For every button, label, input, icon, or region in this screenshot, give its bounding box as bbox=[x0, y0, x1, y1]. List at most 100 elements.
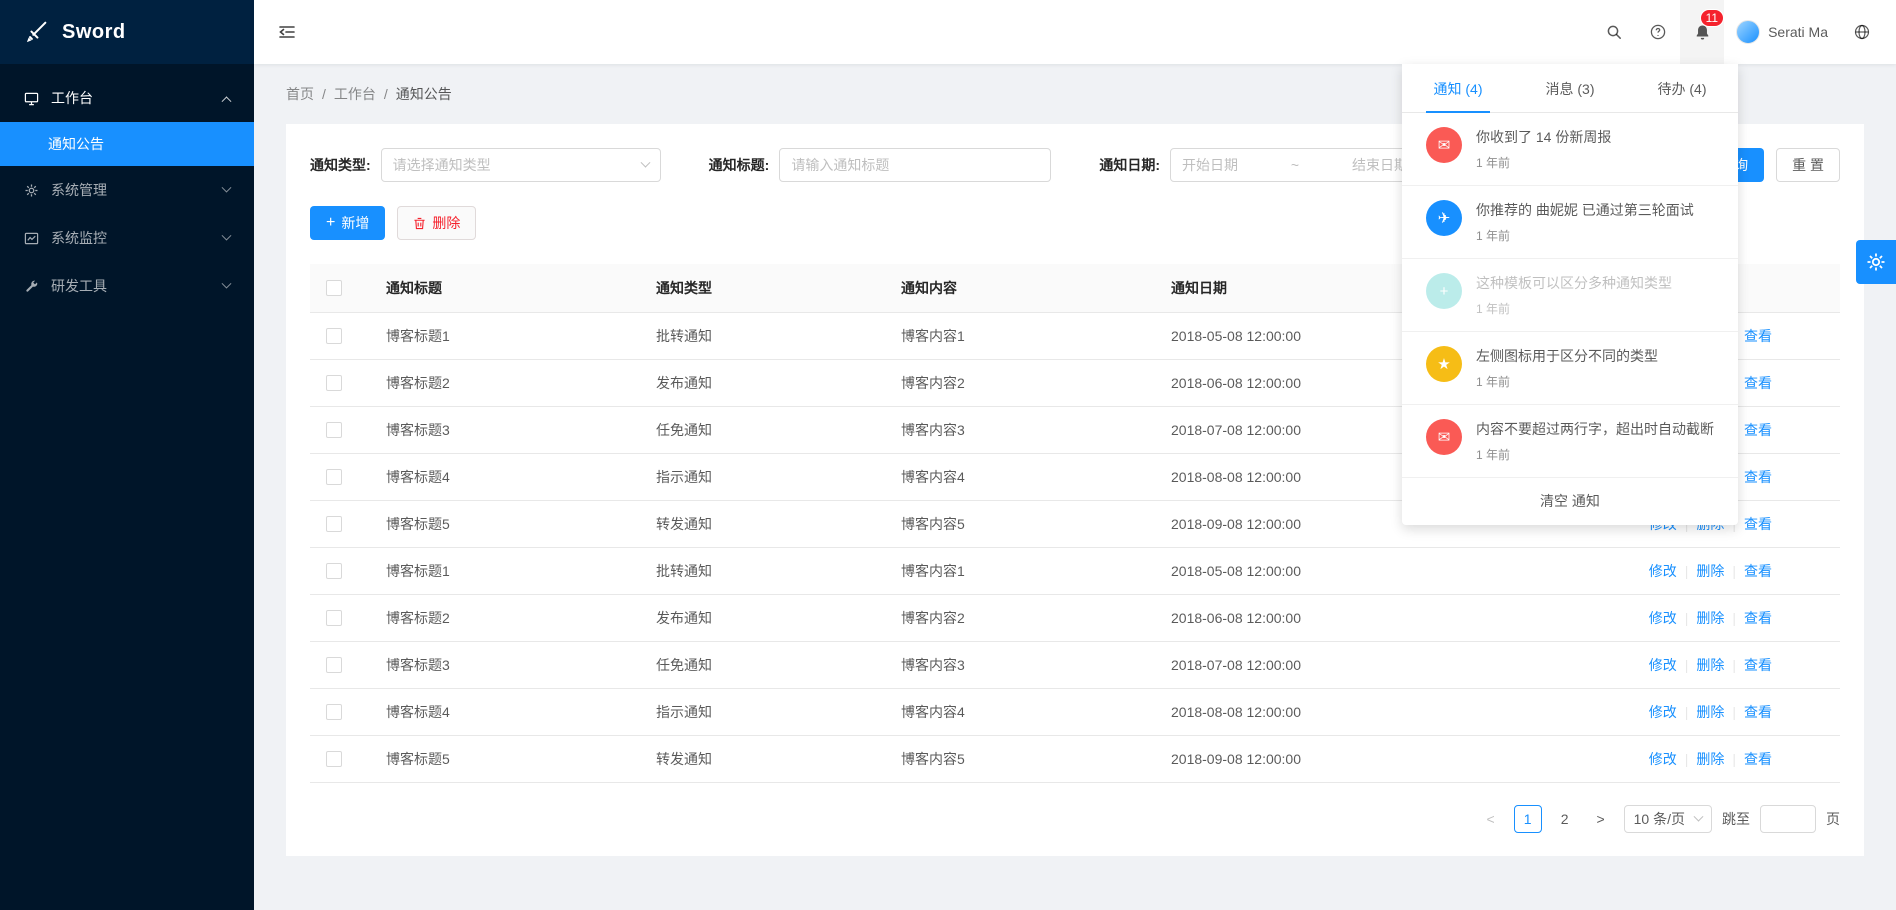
view-link[interactable]: 查看 bbox=[1744, 422, 1772, 438]
action-separator: | bbox=[1685, 704, 1689, 720]
row-checkbox[interactable] bbox=[326, 516, 342, 532]
start-date-placeholder: 开始日期 bbox=[1182, 155, 1238, 175]
cell-date: 2018-07-08 12:00:00 bbox=[1155, 642, 1485, 689]
cell-date: 2018-09-08 12:00:00 bbox=[1155, 736, 1485, 783]
cell-content: 博客内容3 bbox=[885, 642, 1155, 689]
chevron-down-icon bbox=[640, 157, 650, 167]
cell-type: 发布通知 bbox=[640, 595, 885, 642]
row-checkbox[interactable] bbox=[326, 422, 342, 438]
delete-link[interactable]: 删除 bbox=[1696, 751, 1724, 767]
view-link[interactable]: 查看 bbox=[1744, 469, 1772, 485]
page-size-value: 10 条/页 bbox=[1634, 809, 1685, 829]
breadcrumb-home[interactable]: 首页 bbox=[286, 86, 314, 102]
help-icon[interactable] bbox=[1636, 0, 1680, 64]
row-checkbox[interactable] bbox=[326, 563, 342, 579]
search-icon[interactable] bbox=[1592, 0, 1636, 64]
cell-date: 2018-08-08 12:00:00 bbox=[1155, 689, 1485, 736]
notification-tab[interactable]: 通知 (4) bbox=[1402, 64, 1514, 112]
cell-type: 指示通知 bbox=[640, 454, 885, 501]
view-link[interactable]: 查看 bbox=[1744, 328, 1772, 344]
add-button[interactable]: + 新增 bbox=[310, 206, 385, 240]
sidebar-item-dev-tools[interactable]: 研发工具 bbox=[0, 262, 254, 310]
cell-content: 博客内容4 bbox=[885, 454, 1155, 501]
next-page-button[interactable]: > bbox=[1588, 805, 1614, 833]
view-link[interactable]: 查看 bbox=[1744, 610, 1772, 626]
notice-date-label: 通知日期: bbox=[1099, 155, 1160, 175]
notification-time: 1 年前 bbox=[1476, 300, 1672, 317]
app-title: Sword bbox=[62, 21, 126, 44]
user-menu[interactable]: Serati Ma bbox=[1724, 0, 1840, 64]
sidebar-item-workbench[interactable]: 工作台 bbox=[0, 74, 254, 122]
breadcrumb-workbench[interactable]: 工作台 bbox=[334, 86, 376, 102]
notice-type-select[interactable]: 请选择通知类型 bbox=[381, 148, 661, 182]
table-row: 博客标题2 发布通知 博客内容2 2018-06-08 12:00:00 修改|… bbox=[310, 595, 1840, 642]
row-checkbox[interactable] bbox=[326, 751, 342, 767]
notice-title-input[interactable] bbox=[791, 157, 1039, 173]
sidebar-item-notice[interactable]: 通知公告 bbox=[0, 122, 254, 166]
notification-tab[interactable]: 待办 (4) bbox=[1626, 64, 1738, 112]
notification-tab[interactable]: 消息 (3) bbox=[1514, 64, 1626, 112]
cell-content: 博客内容1 bbox=[885, 313, 1155, 360]
edit-link[interactable]: 修改 bbox=[1649, 657, 1677, 673]
cell-actions: 修改|删除|查看 bbox=[1485, 595, 1840, 642]
notification-item[interactable]: ✈ 你推荐的 曲妮妮 已通过第三轮面试 1 年前 bbox=[1402, 186, 1738, 259]
notification-item[interactable]: ✉ 你收到了 14 份新周报 1 年前 bbox=[1402, 113, 1738, 186]
page-size-select[interactable]: 10 条/页 bbox=[1624, 805, 1712, 833]
cell-actions: 修改|删除|查看 bbox=[1485, 736, 1840, 783]
notification-avatar-icon: ★ bbox=[1426, 346, 1462, 382]
sidebar-subitem-label: 通知公告 bbox=[48, 134, 104, 154]
bell-icon[interactable]: 11 bbox=[1680, 0, 1724, 64]
cell-title: 博客标题3 bbox=[370, 407, 640, 454]
chevron-up-icon bbox=[222, 96, 232, 106]
edit-link[interactable]: 修改 bbox=[1649, 704, 1677, 720]
menu-fold-icon[interactable] bbox=[278, 23, 296, 41]
delete-link[interactable]: 删除 bbox=[1696, 704, 1724, 720]
row-checkbox[interactable] bbox=[326, 328, 342, 344]
cell-date: 2018-05-08 12:00:00 bbox=[1155, 548, 1485, 595]
notification-item[interactable]: ✉ 内容不要超过两行字，超出时自动截断 1 年前 bbox=[1402, 405, 1738, 478]
page-1-button[interactable]: 1 bbox=[1514, 805, 1542, 833]
row-checkbox[interactable] bbox=[326, 375, 342, 391]
delete-link[interactable]: 删除 bbox=[1696, 563, 1724, 579]
avatar-glyph: ✉ bbox=[1438, 428, 1451, 446]
view-link[interactable]: 查看 bbox=[1744, 704, 1772, 720]
reset-button[interactable]: 重 置 bbox=[1776, 148, 1840, 182]
notification-item[interactable]: ★ 左侧图标用于区分不同的类型 1 年前 bbox=[1402, 332, 1738, 405]
row-checkbox[interactable] bbox=[326, 469, 342, 485]
row-checkbox[interactable] bbox=[326, 704, 342, 720]
delete-link[interactable]: 删除 bbox=[1696, 657, 1724, 673]
view-link[interactable]: 查看 bbox=[1744, 751, 1772, 767]
add-button-label: 新增 bbox=[341, 213, 369, 233]
tool-icon bbox=[24, 279, 39, 294]
sidebar-item-system-monitor[interactable]: 系统监控 bbox=[0, 214, 254, 262]
edit-link[interactable]: 修改 bbox=[1649, 610, 1677, 626]
settings-gear-button[interactable] bbox=[1856, 240, 1896, 284]
edit-link[interactable]: 修改 bbox=[1649, 751, 1677, 767]
globe-icon[interactable] bbox=[1840, 0, 1884, 64]
view-link[interactable]: 查看 bbox=[1744, 657, 1772, 673]
sidebar-item-system-mgmt[interactable]: 系统管理 bbox=[0, 166, 254, 214]
jump-page-input[interactable] bbox=[1760, 805, 1816, 833]
action-separator: | bbox=[1732, 610, 1736, 626]
row-checkbox[interactable] bbox=[326, 657, 342, 673]
column-type: 通知类型 bbox=[640, 264, 885, 313]
cell-content: 博客内容2 bbox=[885, 595, 1155, 642]
view-link[interactable]: 查看 bbox=[1744, 516, 1772, 532]
cell-actions: 修改|删除|查看 bbox=[1485, 689, 1840, 736]
clear-notifications-button[interactable]: 清空 通知 bbox=[1402, 478, 1738, 525]
edit-link[interactable]: 修改 bbox=[1649, 563, 1677, 579]
row-checkbox[interactable] bbox=[326, 610, 342, 626]
gear-icon bbox=[1866, 252, 1886, 272]
delete-button[interactable]: 删除 bbox=[397, 206, 476, 240]
view-link[interactable]: 查看 bbox=[1744, 375, 1772, 391]
page-2-button[interactable]: 2 bbox=[1552, 805, 1578, 833]
app-logo[interactable]: Sword bbox=[0, 0, 254, 64]
view-link[interactable]: 查看 bbox=[1744, 563, 1772, 579]
cell-title: 博客标题1 bbox=[370, 548, 640, 595]
date-range-picker[interactable]: 开始日期 ~ 结束日期 bbox=[1170, 148, 1420, 182]
select-all-checkbox[interactable] bbox=[326, 280, 342, 296]
avatar-glyph: ✈ bbox=[1438, 209, 1451, 227]
notification-item[interactable]: + 这种模板可以区分多种通知类型 1 年前 bbox=[1402, 259, 1738, 332]
prev-page-button[interactable]: < bbox=[1478, 805, 1504, 833]
delete-link[interactable]: 删除 bbox=[1696, 610, 1724, 626]
